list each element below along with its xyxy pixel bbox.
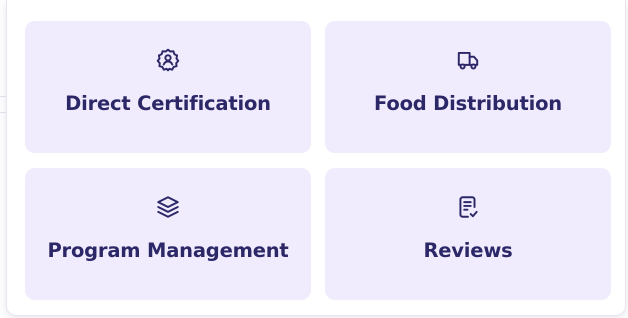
menu-tile-reviews[interactable]: Reviews <box>325 168 611 300</box>
truck-icon <box>450 42 486 78</box>
tile-label: Reviews <box>423 239 513 262</box>
layers-icon <box>150 189 186 225</box>
tile-label: Program Management <box>47 239 289 262</box>
menu-tile-direct-certification[interactable]: Direct Certification <box>25 21 311 153</box>
apps-menu-panel: Direct Certification Food Distribution P… <box>6 0 626 316</box>
tile-label: Direct Certification <box>65 92 271 115</box>
menu-tile-program-management[interactable]: Program Management <box>25 168 311 300</box>
menu-tile-food-distribution[interactable]: Food Distribution <box>325 21 611 153</box>
certificate-badge-icon <box>150 42 186 78</box>
tile-label: Food Distribution <box>374 92 562 115</box>
clipboard-document-icon <box>450 189 486 225</box>
